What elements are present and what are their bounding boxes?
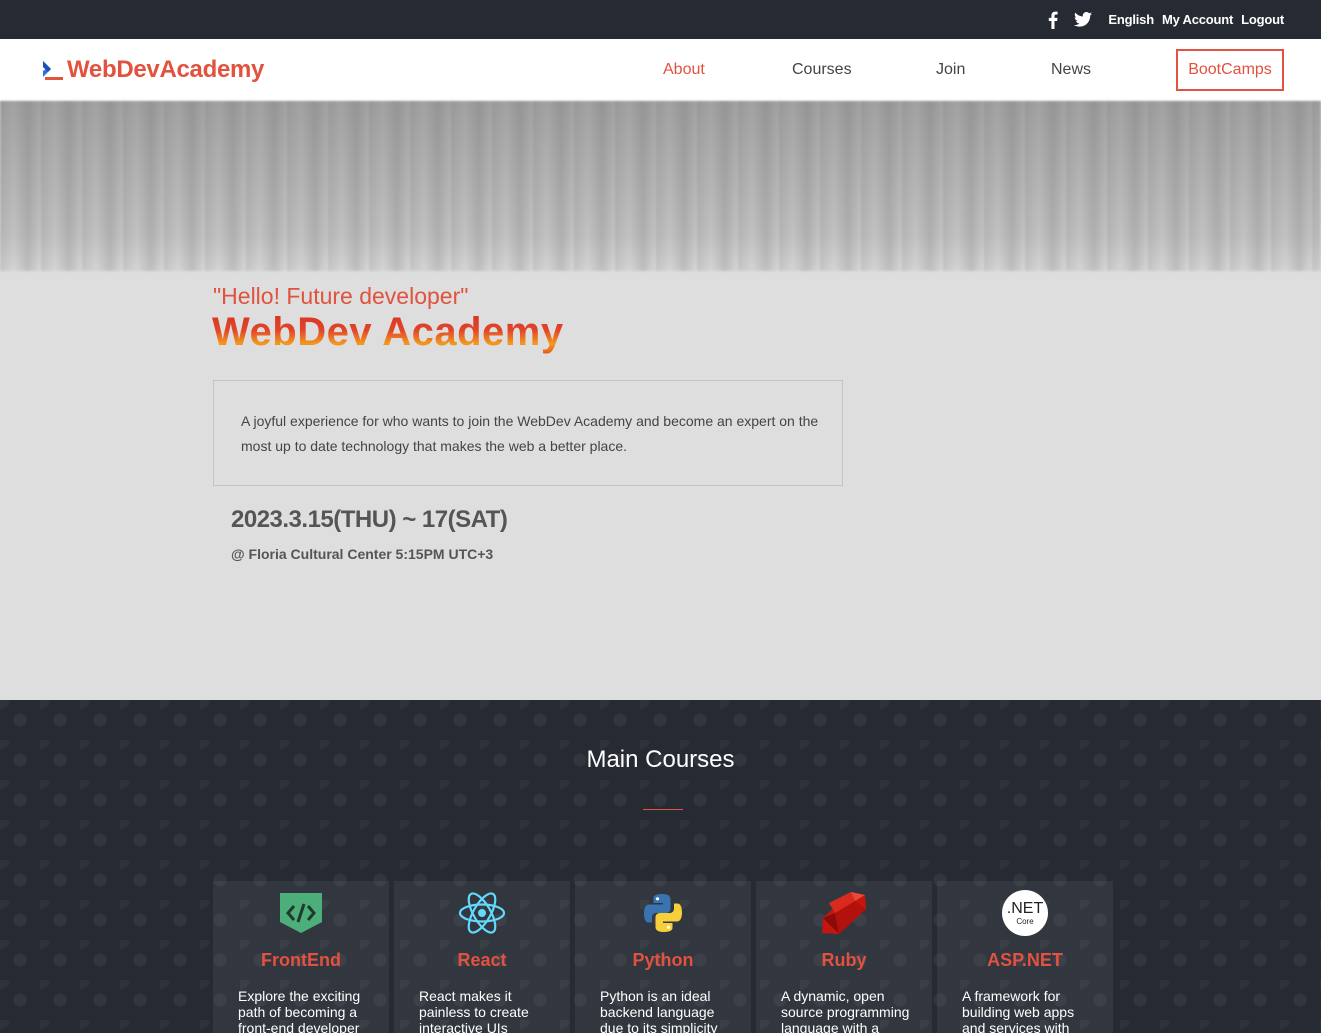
react-icon xyxy=(394,890,570,936)
dotnet-logo-subtext: Core xyxy=(1016,916,1034,926)
hero-background-image xyxy=(0,101,1321,271)
html-code-icon xyxy=(213,890,389,936)
course-description: React makes it painless to create intera… xyxy=(419,988,529,1033)
course-description: A framework for building web apps and se… xyxy=(962,988,1075,1033)
course-name: FrontEnd xyxy=(261,950,341,970)
main-navbar: WebDevAcademy About Courses Join News Bo… xyxy=(0,39,1321,101)
course-card-frontend[interactable]: FrontEnd Explore the exciting path of be… xyxy=(213,881,389,1033)
course-description: Explore the exciting path of becoming a … xyxy=(238,988,361,1033)
dotnet-core-icon: .NET Core xyxy=(937,890,1113,936)
language-selector[interactable]: English xyxy=(1108,12,1154,27)
logo-text: WebDevAcademy xyxy=(67,56,265,83)
section-divider xyxy=(643,809,683,810)
course-description: A dynamic, open source programming langu… xyxy=(781,988,910,1033)
hero-description: A joyful experience for who wants to joi… xyxy=(241,413,819,454)
my-account-link[interactable]: My Account xyxy=(1162,12,1233,27)
course-name: React xyxy=(457,950,507,970)
course-card-ruby[interactable]: Ruby A dynamic, open source programming … xyxy=(756,881,932,1033)
dotnet-logo-text: .NET xyxy=(1006,899,1044,917)
python-icon xyxy=(575,890,751,936)
course-description: Python is an ideal backend language due … xyxy=(600,988,718,1033)
event-venue: @ Floria Cultural Center 5:15PM UTC+3 xyxy=(231,546,494,562)
site-logo[interactable]: WebDevAcademy xyxy=(41,56,264,84)
course-card-aspnet[interactable]: .NET Core ASP.NET A framework for buildi… xyxy=(937,881,1113,1033)
bootcamps-button[interactable]: BootCamps xyxy=(1176,49,1284,91)
ruby-icon xyxy=(756,890,932,936)
nav-courses[interactable]: Courses xyxy=(792,61,852,79)
nav-about[interactable]: About xyxy=(663,61,705,79)
twitter-icon[interactable] xyxy=(1074,12,1093,27)
social-links xyxy=(1048,11,1093,29)
facebook-icon[interactable] xyxy=(1048,11,1058,29)
hero-description-box: A joyful experience for who wants to joi… xyxy=(213,380,843,486)
hero-title: WebDev Academy xyxy=(212,310,564,354)
course-card-python[interactable]: Python Python is an ideal backend langua… xyxy=(575,881,751,1033)
chevron-logo-icon xyxy=(43,61,63,80)
course-card-react[interactable]: React React makes it painless to create … xyxy=(394,881,570,1033)
top-utility-bar: English My Account Logout xyxy=(0,0,1321,39)
nav-join[interactable]: Join xyxy=(936,61,965,79)
section-title: Main Courses xyxy=(586,746,735,773)
utility-links: English My Account Logout xyxy=(1048,0,1284,39)
event-date: 2023.3.15(THU) ~ 17(SAT) xyxy=(231,506,508,533)
course-name: ASP.NET xyxy=(987,950,1063,970)
course-name: Ruby xyxy=(821,950,867,970)
course-name: Python xyxy=(632,950,694,970)
nav-news[interactable]: News xyxy=(1051,61,1091,79)
logout-link[interactable]: Logout xyxy=(1241,12,1284,27)
hero-quote: "Hello! Future developer" xyxy=(213,283,469,309)
main-courses-section: Main Courses FrontEnd Explore the exciti… xyxy=(0,700,1321,1033)
